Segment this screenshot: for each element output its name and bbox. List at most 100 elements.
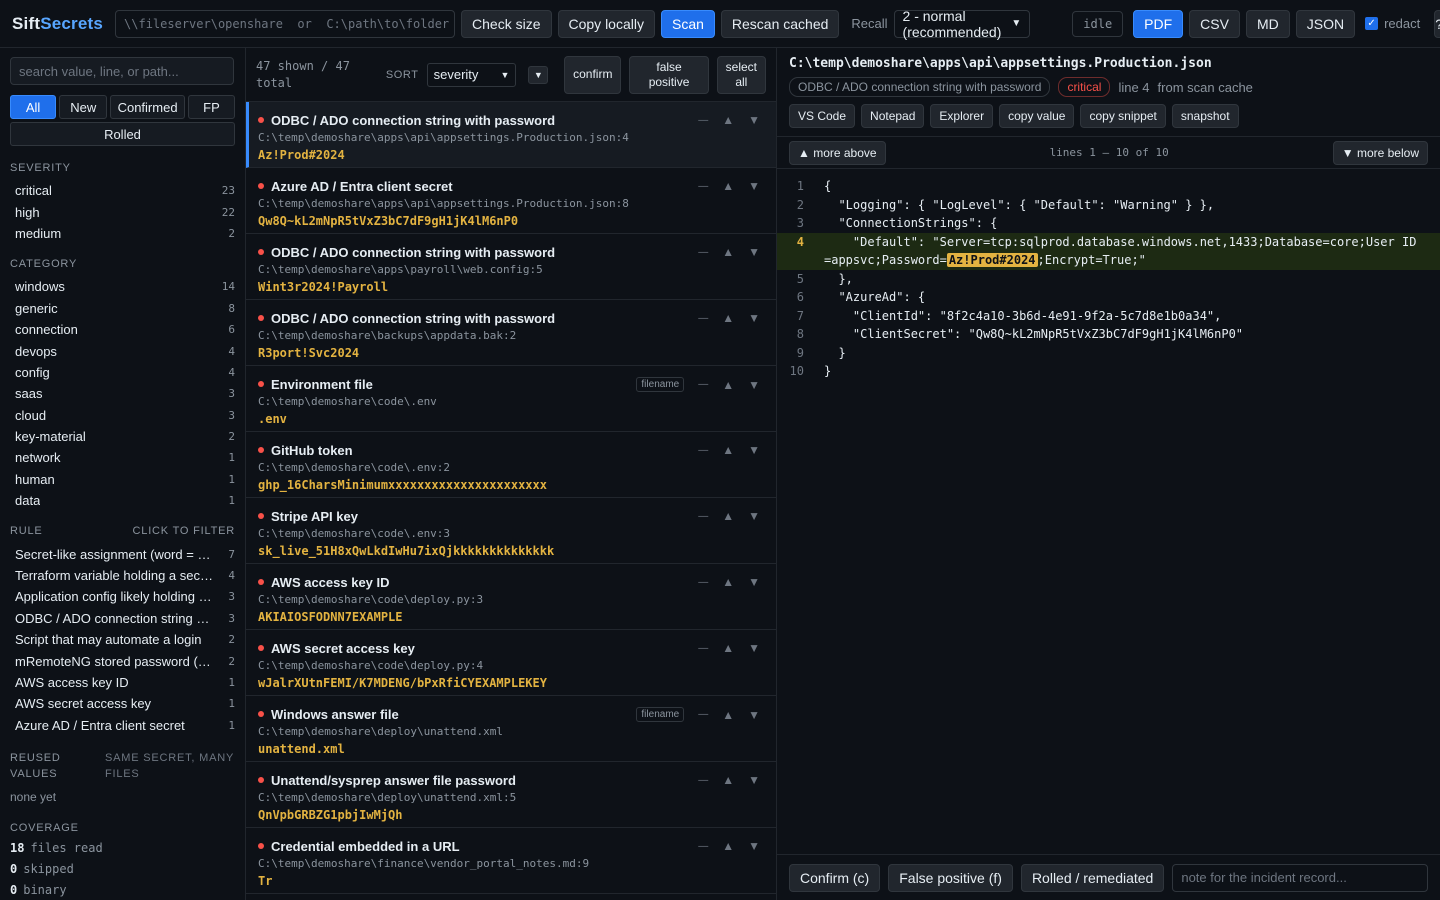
rule-facet-item[interactable]: Application config likely holding a c...… — [10, 586, 235, 607]
rule-facet-item[interactable]: Azure AD / Entra client secret 1 — [10, 715, 235, 736]
search-input[interactable]: search value, line, or path... — [10, 57, 234, 85]
dismiss-icon[interactable]: — — [698, 643, 708, 654]
export-csv-button[interactable]: CSV — [1189, 9, 1240, 38]
dismiss-icon[interactable]: — — [698, 115, 708, 126]
finding-row[interactable]: Azure AD / Entra client secret C:\temp\de… — [246, 168, 776, 234]
copy-snippet-button[interactable]: copy snippet — [1080, 104, 1166, 128]
thumbs-up-icon[interactable]: ▲ — [722, 443, 734, 457]
category-facet-item[interactable]: generic 8 — [10, 298, 235, 319]
incident-note-input[interactable]: note for the incident record... — [1172, 863, 1428, 892]
export-pdf-button[interactable]: PDF — [1133, 9, 1184, 38]
category-facet-item[interactable]: windows 14 — [10, 276, 235, 297]
help-button[interactable]: ? — [1434, 9, 1440, 38]
category-facet-item[interactable]: data 1 — [10, 490, 235, 511]
rule-facet-item[interactable]: mRemoteNG stored password (defa... 2 — [10, 650, 235, 671]
thumbs-down-icon[interactable]: ▼ — [748, 443, 760, 457]
thumbs-up-icon[interactable]: ▲ — [722, 641, 734, 655]
filter-rolled-button[interactable]: Rolled — [10, 122, 235, 146]
filter-all-button[interactable]: All — [10, 95, 57, 119]
thumbs-up-icon[interactable]: ▲ — [722, 708, 734, 722]
rescan-cached-button[interactable]: Rescan cached — [720, 9, 840, 38]
finding-row[interactable]: ODBC / ADO connection string with passwo… — [246, 300, 776, 366]
dismiss-icon[interactable]: — — [698, 247, 708, 258]
thumbs-up-icon[interactable]: ▲ — [722, 575, 734, 589]
open-vscode-button[interactable]: VS Code — [789, 104, 856, 128]
rule-facet-item[interactable]: Terraform variable holding a secret 4 — [10, 565, 235, 586]
select-all-button[interactable]: select all — [716, 55, 766, 94]
copy-value-button[interactable]: copy value — [999, 104, 1075, 128]
dismiss-icon[interactable]: — — [698, 313, 708, 324]
thumbs-down-icon[interactable]: ▼ — [748, 113, 760, 127]
finding-row[interactable]: ODBC / ADO connection string with passwo… — [246, 102, 776, 168]
category-facet-item[interactable]: human 1 — [10, 469, 235, 490]
copy-locally-button[interactable]: Copy locally — [557, 9, 655, 38]
thumbs-up-icon[interactable]: ▲ — [722, 179, 734, 193]
finding-row[interactable]: AWS access key ID C:\temp\demoshare\code\… — [246, 564, 776, 630]
finding-row[interactable]: Environment file C:\temp\demoshare\code\.… — [246, 366, 776, 432]
finding-row[interactable]: Credential embedded in a URL C:\temp\demo… — [246, 828, 776, 894]
filter-fp-button[interactable]: FP — [187, 95, 235, 119]
thumbs-up-icon[interactable]: ▲ — [722, 245, 734, 259]
thumbs-down-icon[interactable]: ▼ — [748, 509, 760, 523]
category-facet-item[interactable]: network 1 — [10, 447, 235, 468]
scan-button[interactable]: Scan — [660, 9, 715, 38]
false-positive-button[interactable]: False positive (f) — [888, 863, 1013, 892]
category-facet-item[interactable]: key-material 2 — [10, 426, 235, 447]
dismiss-icon[interactable]: — — [698, 709, 708, 720]
thumbs-down-icon[interactable]: ▼ — [748, 311, 760, 325]
rolled-remediated-button[interactable]: Rolled / remediated — [1020, 863, 1165, 892]
finding-row[interactable]: Unattend/sysprep answer file password C:\… — [246, 762, 776, 828]
thumbs-down-icon[interactable]: ▼ — [748, 179, 760, 193]
finding-row[interactable]: ODBC / ADO connection string with passwo… — [246, 234, 776, 300]
thumbs-down-icon[interactable]: ▼ — [748, 708, 760, 722]
rule-facet-item[interactable]: AWS secret access key 1 — [10, 693, 235, 714]
snapshot-button[interactable]: snapshot — [1171, 104, 1239, 128]
finding-row[interactable]: AWS secret access key C:\temp\demoshare\c… — [246, 630, 776, 696]
export-md-button[interactable]: MD — [1245, 9, 1290, 38]
sort-select[interactable]: severity ▼ — [426, 62, 517, 87]
dismiss-icon[interactable]: — — [698, 379, 708, 390]
thumbs-down-icon[interactable]: ▼ — [748, 378, 760, 392]
thumbs-up-icon[interactable]: ▲ — [722, 378, 734, 392]
dismiss-icon[interactable]: — — [698, 775, 708, 786]
severity-facet-item[interactable]: medium 2 — [10, 223, 235, 244]
filter-confirmed-button[interactable]: Confirmed — [110, 95, 185, 119]
thumbs-down-icon[interactable]: ▼ — [748, 575, 760, 589]
severity-facet-item[interactable]: critical 23 — [10, 180, 235, 201]
open-explorer-button[interactable]: Explorer — [930, 104, 994, 128]
thumbs-down-icon[interactable]: ▼ — [748, 245, 760, 259]
bulk-false-positive-button[interactable]: false positive — [629, 55, 709, 94]
thumbs-up-icon[interactable]: ▲ — [722, 509, 734, 523]
more-above-button[interactable]: ▲ more above — [789, 140, 886, 165]
category-facet-item[interactable]: devops 4 — [10, 340, 235, 361]
recall-select[interactable]: 2 - normal (recommended) ▼ — [893, 8, 1031, 40]
rule-facet-item[interactable]: AWS access key ID 1 — [10, 672, 235, 693]
dismiss-icon[interactable]: — — [698, 577, 708, 588]
dismiss-icon[interactable]: — — [698, 511, 708, 522]
thumbs-up-icon[interactable]: ▲ — [722, 839, 734, 853]
severity-facet-item[interactable]: high 22 — [10, 201, 235, 222]
dismiss-icon[interactable]: — — [698, 841, 708, 852]
checkbox-checked-icon[interactable]: ✓ — [1365, 17, 1379, 30]
category-facet-item[interactable]: cloud 3 — [10, 405, 235, 426]
thumbs-down-icon[interactable]: ▼ — [748, 641, 760, 655]
dismiss-icon[interactable]: — — [698, 445, 708, 456]
open-notepad-button[interactable]: Notepad — [861, 104, 925, 128]
scan-path-input[interactable]: \\fileserver\openshare or C:\path\to\fol… — [115, 9, 456, 38]
finding-row[interactable]: GitHub token C:\temp\demoshare\code\.env:… — [246, 432, 776, 498]
category-facet-item[interactable]: config 4 — [10, 362, 235, 383]
category-facet-item[interactable]: connection 6 — [10, 319, 235, 340]
category-facet-item[interactable]: saas 3 — [10, 383, 235, 404]
rule-facet-item[interactable]: Script that may automate a login 2 — [10, 629, 235, 650]
rule-facet-item[interactable]: ODBC / ADO connection string with ... 3 — [10, 608, 235, 629]
check-size-button[interactable]: Check size — [461, 9, 552, 38]
bulk-confirm-button[interactable]: confirm — [564, 55, 622, 94]
redact-toggle[interactable]: ✓ redact — [1365, 16, 1420, 31]
thumbs-up-icon[interactable]: ▲ — [722, 773, 734, 787]
thumbs-up-icon[interactable]: ▲ — [722, 113, 734, 127]
confirm-finding-button[interactable]: Confirm (c) — [789, 863, 881, 892]
thumbs-up-icon[interactable]: ▲ — [722, 311, 734, 325]
filter-new-button[interactable]: New — [59, 95, 108, 119]
thumbs-down-icon[interactable]: ▼ — [748, 773, 760, 787]
thumbs-down-icon[interactable]: ▼ — [748, 839, 760, 853]
